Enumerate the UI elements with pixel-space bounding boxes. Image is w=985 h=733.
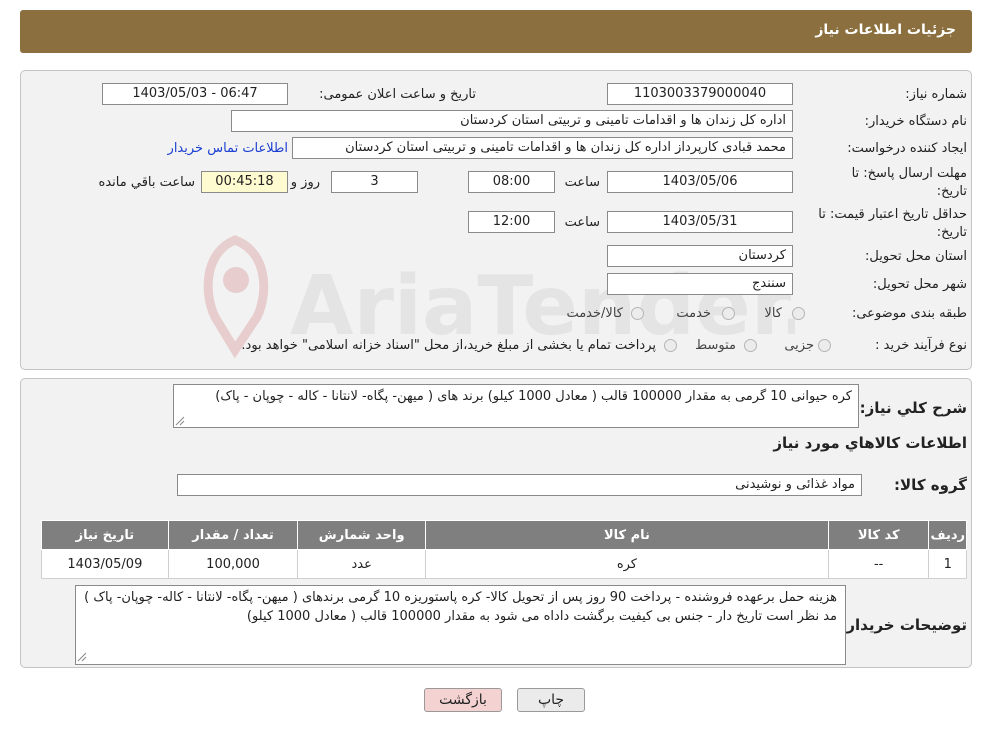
purchase-type-label: نوع فرآیند خرید : [875,338,967,353]
cell-qty: 100,000 [167,549,299,579]
validity-time-label: ساعت [564,215,600,230]
col-qty-header: تعداد / مقدار [167,520,299,550]
cell-date: 1403/05/09 [41,549,169,579]
province-field: کردستان [607,245,793,267]
deadline-time-label: ساعت [564,175,600,190]
col-unit-header: واحد شمارش [297,520,426,550]
table-header-row: ردیف کد کالا نام کالا واحد شمارش تعداد /… [41,520,967,550]
announce-label: تاریخ و ساعت اعلان عمومی: [319,87,476,102]
general-desc-field: کره حیوانی 10 گرمی به مقدار 100000 قالب … [173,384,859,428]
cell-code: -- [827,549,930,579]
page-header: جزئیات اطلاعات نیاز [20,10,972,53]
city-field: سنندج [607,273,793,295]
purchase-radio-medium[interactable] [744,339,757,352]
resize-grip-icon[interactable] [77,652,87,662]
buyer-org-label: نام دستگاه خریدار: [864,114,967,129]
creator-label: ایجاد کننده درخواست: [847,141,967,156]
table-row: 1 -- کره عدد 100,000 1403/05/09 [41,549,967,579]
days-field: 3 [331,171,418,193]
cell-unit: عدد [297,549,426,579]
resize-grip-icon[interactable] [175,416,185,426]
need-number-field: 1103003379000040 [607,83,793,105]
category-label: طبقه بندی موضوعی: [851,306,967,321]
validity-label-2: تاریخ: [936,225,967,240]
category-radio-goods[interactable] [792,307,805,320]
announce-field: 1403/05/03 - 06:47 [102,83,288,105]
page-title: جزئیات اطلاعات نیاز [815,22,956,38]
purchase-radio-minor[interactable] [818,339,831,352]
category-radio-service[interactable] [722,307,735,320]
buyer-org-field: اداره کل زندان ها و اقدامات تامینی و ترب… [231,110,793,132]
validity-label-1: حداقل تاریخ اعتبار قیمت: تا [818,207,967,222]
deadline-label-2: تاریخ: [936,184,967,199]
purchase-radio-treasury[interactable] [664,339,677,352]
print-button[interactable]: چاپ [517,688,585,712]
cell-name: کره [424,549,829,579]
cell-row: 1 [928,549,967,579]
col-name-header: نام کالا [424,520,829,550]
general-desc-label: شرح کلي نياز: [859,399,967,417]
deadline-time-field: 08:00 [468,171,555,193]
col-date-header: تاریخ نیاز [41,520,169,550]
purchase-option-medium: متوسط [695,338,736,353]
goods-group-field: مواد غذائی و نوشیدنی [177,474,862,496]
remaining-time-field: 00:45:18 [201,171,288,193]
goods-info-title: اطلاعات کالاهاي مورد نياز [773,434,967,452]
deadline-label-1: مهلت ارسال پاسخ: تا [851,166,967,181]
col-code-header: کد کالا [827,520,930,550]
purchase-option-minor: جزیی [784,338,814,353]
category-option-goods-service: کالا/خدمت [566,306,623,321]
purchase-note: پرداخت تمام یا بخشی از مبلغ خرید،از محل … [241,338,656,353]
deadline-date-field: 1403/05/06 [607,171,793,193]
col-row-header: ردیف [928,520,967,550]
creator-field: محمد قبادی کارپرداز اداره کل زندان ها و … [292,137,793,159]
goods-group-label: گروه کالا: [894,476,967,494]
city-label: شهر محل تحویل: [872,277,967,292]
buyer-notes-label: توضیحات خریدار: [840,616,967,634]
validity-date-field: 1403/05/31 [607,211,793,233]
goods-table: ردیف کد کالا نام کالا واحد شمارش تعداد /… [41,520,967,579]
contact-buyer-link[interactable]: اطلاعات تماس خریدار [168,141,288,156]
back-button[interactable]: بازگشت [424,688,502,712]
category-option-goods: کالا [764,306,782,321]
category-radio-goods-service[interactable] [631,307,644,320]
buyer-notes-field: هزینه حمل برعهده فروشنده - پرداخت 90 روز… [75,585,846,665]
days-label: روز و [290,175,320,190]
need-number-label: شماره نیاز: [905,87,967,102]
remaining-label: ساعت باقي مانده [98,175,195,190]
category-option-service: خدمت [676,306,711,321]
validity-time-field: 12:00 [468,211,555,233]
province-label: استان محل تحویل: [865,249,967,264]
